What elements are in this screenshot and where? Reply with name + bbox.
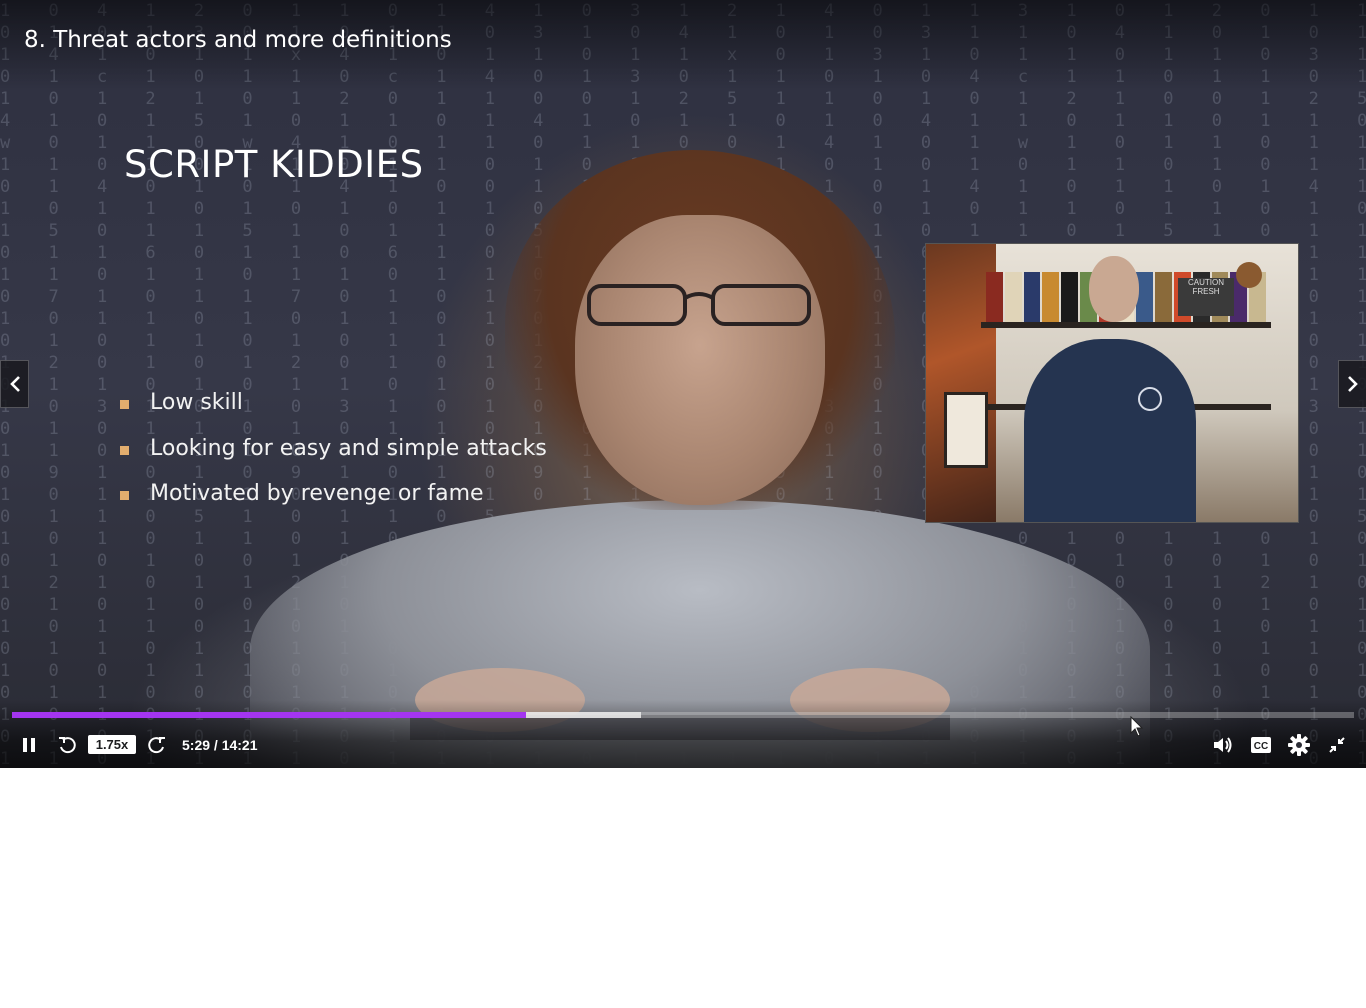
- caution-sign: CAUTION FRESH: [1178, 278, 1234, 316]
- playback-rate-button[interactable]: 1.75x: [88, 735, 136, 754]
- captions-button[interactable]: CC: [1249, 733, 1273, 757]
- exit-fullscreen-icon: [1329, 737, 1345, 753]
- pause-button[interactable]: [18, 733, 40, 757]
- instructor-body: [1024, 339, 1196, 522]
- slide-bullet-list: Low skill Looking for easy and simple at…: [118, 390, 547, 527]
- forward-icon: [148, 737, 165, 754]
- chevron-right-icon: [1347, 376, 1358, 392]
- next-lecture-button[interactable]: [1338, 360, 1366, 408]
- volume-icon: [1214, 737, 1232, 753]
- slide-bullet: Motivated by revenge or fame: [118, 481, 547, 527]
- mouse-cursor-icon: [1130, 716, 1144, 737]
- slide-heading: SCRIPT KIDDIES: [124, 143, 424, 186]
- time-display: 5:29 / 14:21: [182, 737, 258, 753]
- face: [575, 215, 825, 505]
- video-player[interactable]: 1 0 4 1 2 0 1 1 0 1 4 1 0 3 1 2 1 4 0 1 …: [0, 0, 1366, 768]
- settings-button[interactable]: [1287, 733, 1311, 757]
- exit-fullscreen-button[interactable]: [1325, 733, 1349, 757]
- chevron-left-icon: [9, 376, 20, 392]
- forward-button[interactable]: [146, 733, 168, 757]
- rewind-icon: [59, 737, 76, 754]
- bullet-square-icon: [120, 491, 129, 500]
- glasses: [587, 284, 811, 326]
- progress-played: [12, 712, 526, 718]
- jacket-logo: [1138, 387, 1162, 411]
- previous-lecture-button[interactable]: [0, 360, 29, 408]
- pause-icon: [23, 738, 35, 752]
- control-bar: [0, 700, 1366, 768]
- shelf: [981, 322, 1271, 328]
- progress-bar[interactable]: [12, 712, 1354, 718]
- svg-text:CC: CC: [1254, 741, 1268, 752]
- globe: [1236, 262, 1262, 288]
- bullet-square-icon: [120, 445, 129, 455]
- instructor-head: [1089, 256, 1139, 322]
- volume-button[interactable]: [1211, 733, 1235, 757]
- lecture-title: 8. Threat actors and more definitions: [24, 27, 452, 53]
- bullet-square-icon: [120, 400, 129, 409]
- slide-bullet: Looking for easy and simple attacks: [118, 436, 547, 482]
- gear-icon: [1288, 734, 1310, 756]
- slide-bullet: Low skill: [118, 390, 547, 436]
- instructor-webcam-pip: CAUTION FRESH: [925, 243, 1299, 523]
- captions-icon: CC: [1251, 737, 1271, 753]
- rewind-button[interactable]: [56, 733, 78, 757]
- paper-lamp: [944, 392, 988, 468]
